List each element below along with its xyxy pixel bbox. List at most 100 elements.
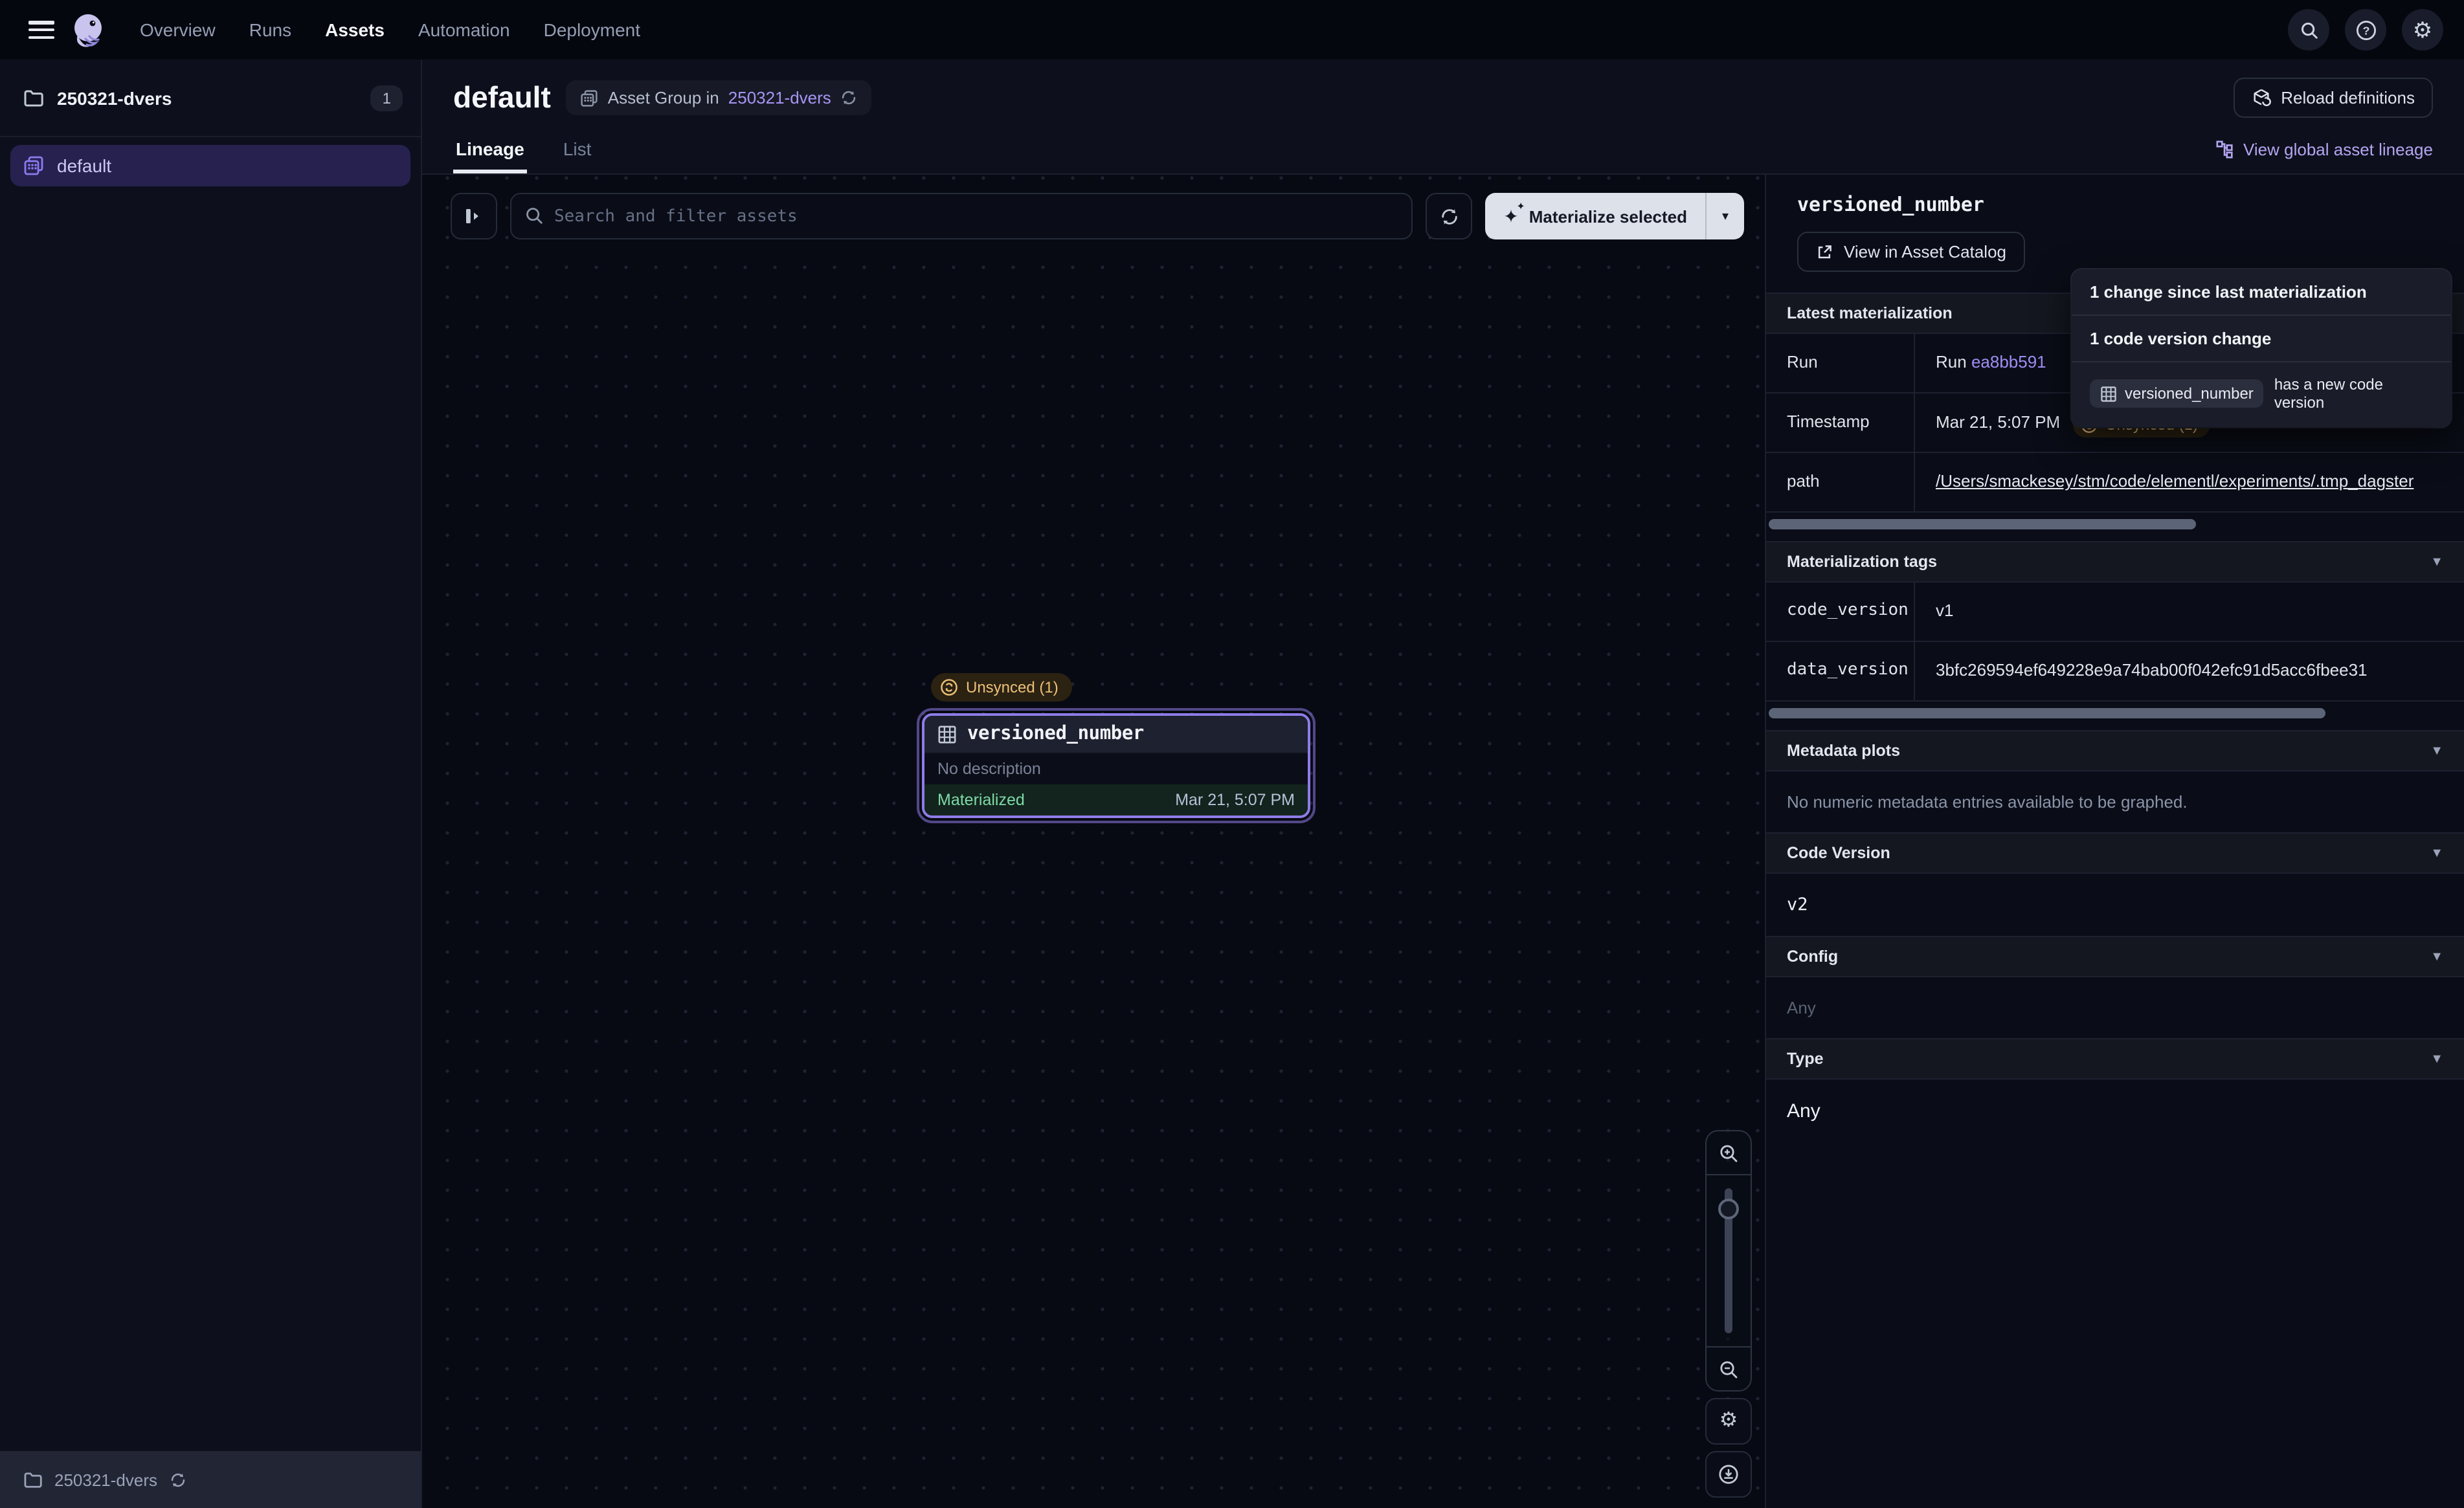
reload-definitions-label: Reload definitions — [2281, 88, 2415, 107]
lineage-canvas[interactable]: ✦✦ Materialize selected ▾ Unsynced (1) — [422, 175, 1765, 1508]
help-icon: ? — [2355, 19, 2377, 41]
zoom-out-button[interactable] — [1705, 1346, 1752, 1390]
help-button[interactable]: ? — [2345, 9, 2386, 50]
chevron-down-icon[interactable]: ▼ — [2430, 555, 2443, 569]
lineage-toolbar: ✦✦ Materialize selected ▾ — [451, 193, 1744, 239]
view-global-lineage-link[interactable]: View global asset lineage — [2215, 140, 2433, 173]
zoom-out-icon — [1718, 1358, 1739, 1379]
row-timestamp-label: Timestamp — [1766, 394, 1915, 452]
gear-icon: ⚙ — [2413, 19, 2433, 41]
tab-list[interactable]: List — [561, 131, 594, 173]
sidebar-folder-count: 1 — [371, 85, 403, 111]
section-type[interactable]: Type ▼ — [1766, 1038, 2464, 1080]
search-icon — [2299, 20, 2318, 39]
zoom-slider[interactable] — [1705, 1175, 1752, 1346]
asset-chip-label: versioned_number — [2125, 384, 2254, 403]
type-value: Any — [1766, 1080, 2464, 1143]
run-link[interactable]: ea8bb591 — [1971, 352, 2046, 371]
sidebar-item-default[interactable]: default — [10, 145, 410, 186]
data-version-key: data_version — [1766, 642, 1915, 700]
asset-details-panel: versioned_number View in Asset Catalog L… — [1765, 175, 2464, 1508]
code-version-current: v2 — [1766, 874, 2464, 936]
main-area: default Asset Group in 250321-dvers — [422, 60, 2464, 1508]
refresh-graph-button[interactable] — [1426, 193, 1472, 239]
chevron-down-icon[interactable]: ▼ — [2430, 744, 2443, 758]
reload-cube-icon — [2251, 88, 2270, 107]
asset-group-pill: Asset Group in 250321-dvers — [566, 80, 871, 115]
panel-toggle-button[interactable] — [451, 193, 497, 239]
view-in-asset-catalog-label: View in Asset Catalog — [1844, 242, 2006, 261]
hamburger-icon[interactable] — [28, 21, 54, 39]
row-code-version-tag: code_version v1 — [1766, 582, 2464, 642]
section-config[interactable]: Config ▼ — [1766, 936, 2464, 977]
download-icon — [1718, 1464, 1739, 1485]
section-code-version[interactable]: Code Version ▼ — [1766, 832, 2464, 874]
search-button[interactable] — [2288, 9, 2329, 50]
popover-change-row: versioned_number has a new code version — [2072, 362, 2451, 427]
asset-node-title: versioned_number — [967, 724, 1144, 744]
sidebar-group-list: default — [0, 137, 421, 194]
sidebar-footer-label: 250321-dvers — [54, 1470, 157, 1489]
chevron-down-icon[interactable]: ▼ — [2430, 1052, 2443, 1066]
search-icon — [524, 206, 544, 225]
zoom-controls: ⚙ — [1705, 1130, 1752, 1498]
data-version-value: 3bfc269594ef649228e9a74bab00f042efc91d5a… — [1915, 642, 2464, 700]
run-prefix: Run — [1936, 352, 1971, 371]
sidebar-footer[interactable]: 250321-dvers — [0, 1451, 421, 1508]
horizontal-scrollbar[interactable] — [1769, 708, 2325, 718]
tab-lineage[interactable]: Lineage — [453, 131, 527, 173]
section-type-title: Type — [1787, 1050, 1824, 1068]
asset-search — [510, 193, 1413, 239]
chevron-down-icon[interactable]: ▼ — [2430, 846, 2443, 860]
section-code-version-title: Code Version — [1787, 844, 1890, 862]
asset-node-versioned-number[interactable]: versioned_number No description Material… — [922, 713, 1310, 818]
reload-definitions-button[interactable]: Reload definitions — [2233, 78, 2433, 118]
graph-settings-button[interactable]: ⚙ — [1705, 1398, 1752, 1445]
asset-group-pill-prefix: Asset Group in — [608, 88, 719, 107]
path-link[interactable]: /Users/smackesey/stm/code/elementl/exper… — [1936, 471, 2414, 491]
panel-asset-title: versioned_number — [1797, 193, 2433, 216]
timestamp-text: Mar 21, 5:07 PM — [1936, 412, 2060, 432]
section-materialization-tags[interactable]: Materialization tags ▼ — [1766, 541, 2464, 582]
refresh-icon[interactable] — [840, 89, 857, 106]
section-config-title: Config — [1787, 948, 1838, 966]
dagster-logo[interactable] — [70, 12, 106, 48]
zoom-in-button[interactable] — [1705, 1131, 1752, 1175]
row-path-label: path — [1766, 453, 1915, 511]
download-image-button[interactable] — [1705, 1451, 1752, 1498]
asset-search-input[interactable] — [510, 193, 1413, 239]
table-icon — [2100, 385, 2117, 402]
section-tags-title: Materialization tags — [1787, 553, 1937, 571]
panel-toggle-icon — [464, 206, 484, 227]
nav-item-assets[interactable]: Assets — [325, 19, 385, 40]
horizontal-scrollbar[interactable] — [1769, 519, 2196, 529]
lineage-graph-icon — [2215, 140, 2234, 159]
asset-chip[interactable]: versioned_number — [2090, 379, 2264, 408]
nav-item-runs[interactable]: Runs — [249, 19, 291, 40]
view-in-asset-catalog-button[interactable]: View in Asset Catalog — [1797, 232, 2024, 272]
nav-item-automation[interactable]: Automation — [418, 19, 510, 40]
sidebar-item-label: default — [57, 155, 111, 176]
asset-node-footer: Materialized Mar 21, 5:07 PM — [924, 784, 1308, 815]
section-metadata-title: Metadata plots — [1787, 742, 1900, 760]
top-nav: Overview Runs Assets Automation Deployme… — [0, 0, 2464, 60]
asset-group-pill-link[interactable]: 250321-dvers — [728, 88, 831, 107]
changes-popover: 1 change since last materialization 1 co… — [2072, 269, 2451, 427]
asset-group-icon — [581, 89, 599, 107]
nav-item-overview[interactable]: Overview — [140, 19, 216, 40]
materialize-selected-button[interactable]: ✦✦ Materialize selected — [1485, 193, 1705, 239]
gear-icon: ⚙ — [1719, 1411, 1738, 1432]
zoom-slider-thumb[interactable] — [1718, 1199, 1739, 1219]
popover-title: 1 change since last materialization — [2072, 269, 2451, 315]
node-unsynced-label: Unsynced (1) — [966, 678, 1058, 696]
refresh-icon[interactable] — [169, 1471, 186, 1488]
materialize-dropdown-button[interactable]: ▾ — [1705, 193, 1744, 239]
chevron-down-icon[interactable]: ▼ — [2430, 949, 2443, 964]
nav-item-deployment[interactable]: Deployment — [544, 19, 640, 40]
node-unsynced-badge[interactable]: Unsynced (1) — [931, 673, 1073, 702]
settings-button[interactable]: ⚙ — [2402, 9, 2443, 50]
asset-node-header: versioned_number — [924, 716, 1308, 752]
sidebar-folder-row[interactable]: 250321-dvers 1 — [0, 60, 421, 137]
section-metadata-plots[interactable]: Metadata plots ▼ — [1766, 730, 2464, 771]
caret-down-icon: ▾ — [1722, 209, 1729, 223]
